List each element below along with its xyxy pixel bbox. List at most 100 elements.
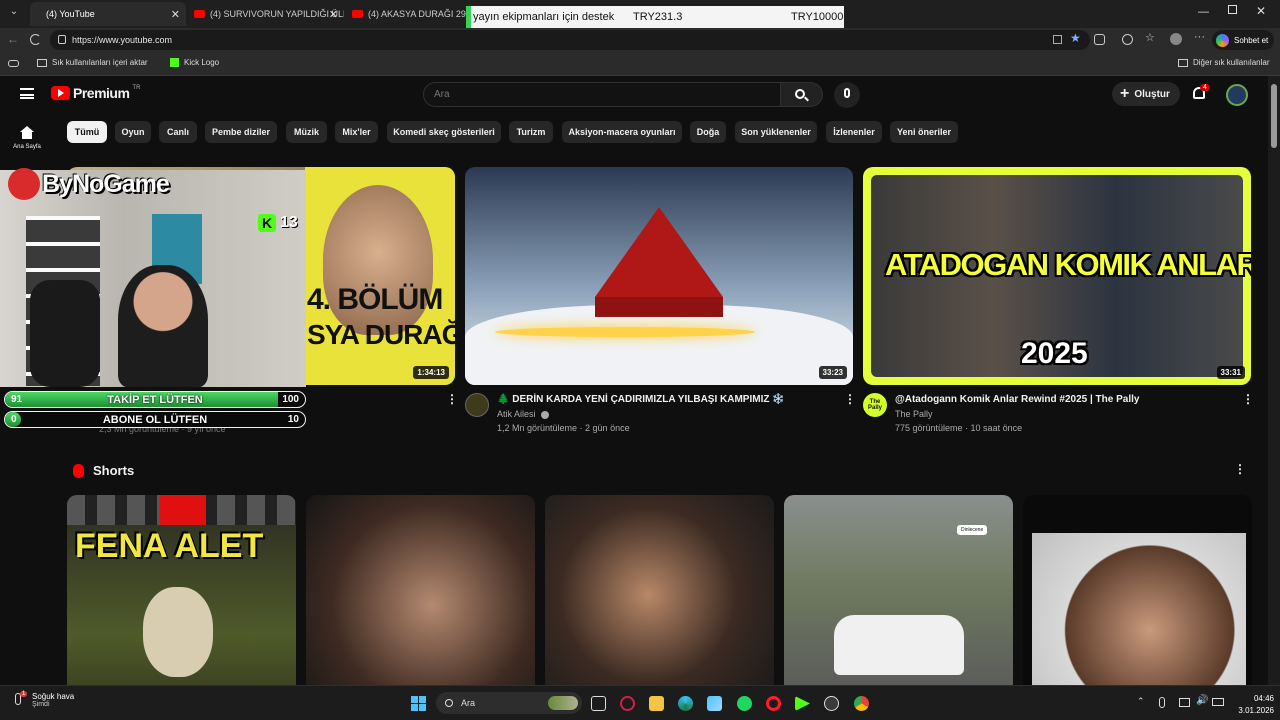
short-thumbnail[interactable]: FENA ALET [67,495,296,685]
tab-close-icon[interactable]: ✕ [171,8,180,21]
copilot-button[interactable]: Sohbet et [1212,30,1274,50]
taskbar-search-icon [445,699,453,707]
start-button[interactable] [411,696,426,711]
video-menu-icon[interactable]: ⋮ [844,392,856,406]
restore-window-button[interactable] [1228,5,1237,14]
url-field[interactable]: https://www.youtube.com ★ [50,30,1090,50]
copilot-icon [1216,33,1229,47]
sidebar-item-home[interactable]: Ana Sayfa [8,126,46,150]
create-button[interactable]: + Oluştur [1112,82,1180,106]
microphone-tray-icon[interactable] [1159,697,1165,708]
store-icon[interactable] [707,696,722,711]
extensions-icon[interactable] [1094,34,1105,45]
chip-watched[interactable]: İzlenenler [826,121,882,143]
minimize-window-button[interactable]: — [1198,6,1209,18]
reading-icon[interactable] [8,60,19,67]
file-explorer-icon[interactable] [649,696,664,711]
youtube-logo[interactable]: Premium TR [51,85,140,101]
video-title[interactable]: @Atadogann Komik Anlar Rewind #2025 | Th… [895,394,1139,405]
webcam-streamer [118,265,208,387]
opera-gx-icon[interactable] [620,696,635,711]
channel-name[interactable]: Atik Ailesi [497,409,536,419]
search-button[interactable] [781,82,823,107]
video-thumbnail[interactable]: ATADOGAN KOMIK ANLAR 2025 33:31 [863,167,1251,385]
chip-nature[interactable]: Doğa [690,121,726,143]
short-mask [143,587,213,677]
voice-search-button[interactable] [834,82,860,108]
video-thumbnail[interactable]: 33:23 [465,167,853,385]
scrollbar-thumb[interactable] [1271,84,1277,148]
short-thumbnail[interactable] [306,495,535,685]
channel-avatar[interactable]: The Pally [863,393,887,417]
chip-soap-operas[interactable]: Pembe diziler [205,121,277,143]
channel-logo-overlay: ByNoGame [8,168,170,200]
network-icon[interactable] [1179,698,1190,707]
chip-mixes[interactable]: Mix'ler [335,121,378,143]
app-available-icon[interactable] [1053,35,1062,44]
tab-akasya[interactable]: (4) AKASYA DURAĞI 29. BÖL [346,2,470,26]
favorites-icon[interactable]: ☆ [1145,31,1155,44]
tray-overflow-icon[interactable]: ⌃ [1137,696,1145,707]
chip-recently-uploaded[interactable]: Son yüklenenler [735,121,817,143]
tab-actions-menu[interactable]: ⌄ [6,6,22,22]
bookmark-import[interactable]: Sık kullanılanları içeri aktar [37,58,148,67]
video-menu-icon[interactable]: ⋮ [1242,392,1254,406]
chrome-icon[interactable] [854,696,869,711]
loading-icon[interactable] [30,34,41,45]
other-bookmarks[interactable]: Diğer sık kullanılanlar [1178,58,1269,67]
home-icon [20,126,34,140]
shorts-icon [73,463,84,478]
thumbnail-text-2: 2025 [1021,337,1088,370]
volume-icon[interactable]: 🔊 [1196,695,1208,706]
close-window-button[interactable]: ✕ [1256,4,1266,18]
channel-name[interactable]: The Pally [895,409,933,419]
webcam-overlay [0,170,306,387]
hamburger-menu-icon[interactable] [20,88,34,99]
tab-survivor[interactable]: (4) SURVIVORUN YAPILDIĞI ÜLKE ✕ [188,2,344,26]
short-thumbnail[interactable] [1023,495,1252,685]
clock[interactable]: 04:46 3.01.2026 [1230,693,1274,717]
taskbar-search[interactable]: Ara [436,692,582,714]
page-scrollbar[interactable] [1268,76,1280,685]
video-duration: 1:34:13 [413,366,449,379]
chip-comedy-sketches[interactable]: Komedi skeç gösterileri [387,121,501,143]
bookmark-kick[interactable]: Kick Logo [170,58,219,67]
account-avatar[interactable] [1226,84,1248,106]
thumbnail-lights [495,327,755,337]
tab-youtube[interactable]: (4) YouTube ✕ [30,2,186,26]
chip-gaming[interactable]: Oyun [115,121,151,143]
short-thumbnail[interactable]: Dinlecene [784,495,1013,685]
tab-close-icon[interactable]: ✕ [329,8,338,21]
favorite-star-icon[interactable]: ★ [1070,31,1081,45]
short-red-icon [160,495,206,525]
chip-live[interactable]: Canlı [159,121,197,143]
channel-avatar[interactable] [465,393,489,417]
chip-new-to-you[interactable]: Yeni öneriler [890,121,958,143]
short-thumbnail[interactable] [545,495,774,685]
opera-icon[interactable] [766,696,781,711]
game-app-icon[interactable] [824,696,839,711]
video-title[interactable]: 🌲 DERİN KARDA YENİ ÇADIRIMIZLA YILBAŞI K… [497,394,785,405]
weather-subtitle: Şimdi [32,701,50,708]
search-input[interactable] [423,82,781,107]
battery-icon[interactable] [1212,698,1224,706]
kick-app-icon[interactable] [795,696,810,711]
more-menu-icon[interactable]: ··· [1194,31,1205,43]
collections-icon[interactable] [1170,33,1182,45]
chip-tourism[interactable]: Turizm [509,121,553,143]
chip-all[interactable]: Tümü [67,121,107,143]
notifications-button[interactable]: 4 [1190,84,1210,104]
site-info-icon[interactable] [58,35,66,44]
split-screen-icon[interactable] [1122,34,1133,45]
chip-music[interactable]: Müzik [286,121,327,143]
back-icon[interactable]: ← [7,32,19,46]
shorts-menu-icon[interactable]: ⋮ [1234,462,1246,476]
weather-widget[interactable]: 1 Soğuk hava Şimdi [12,691,74,709]
video-menu-icon[interactable]: ⋮ [446,392,458,406]
webcam-chair [30,280,100,387]
task-view-icon[interactable] [591,696,606,711]
edge-icon[interactable] [678,696,693,711]
spotify-icon[interactable] [737,696,752,711]
shorts-header: Shorts [73,463,134,478]
chip-action-adventure-games[interactable]: Aksiyon-macera oyunları [562,121,682,143]
